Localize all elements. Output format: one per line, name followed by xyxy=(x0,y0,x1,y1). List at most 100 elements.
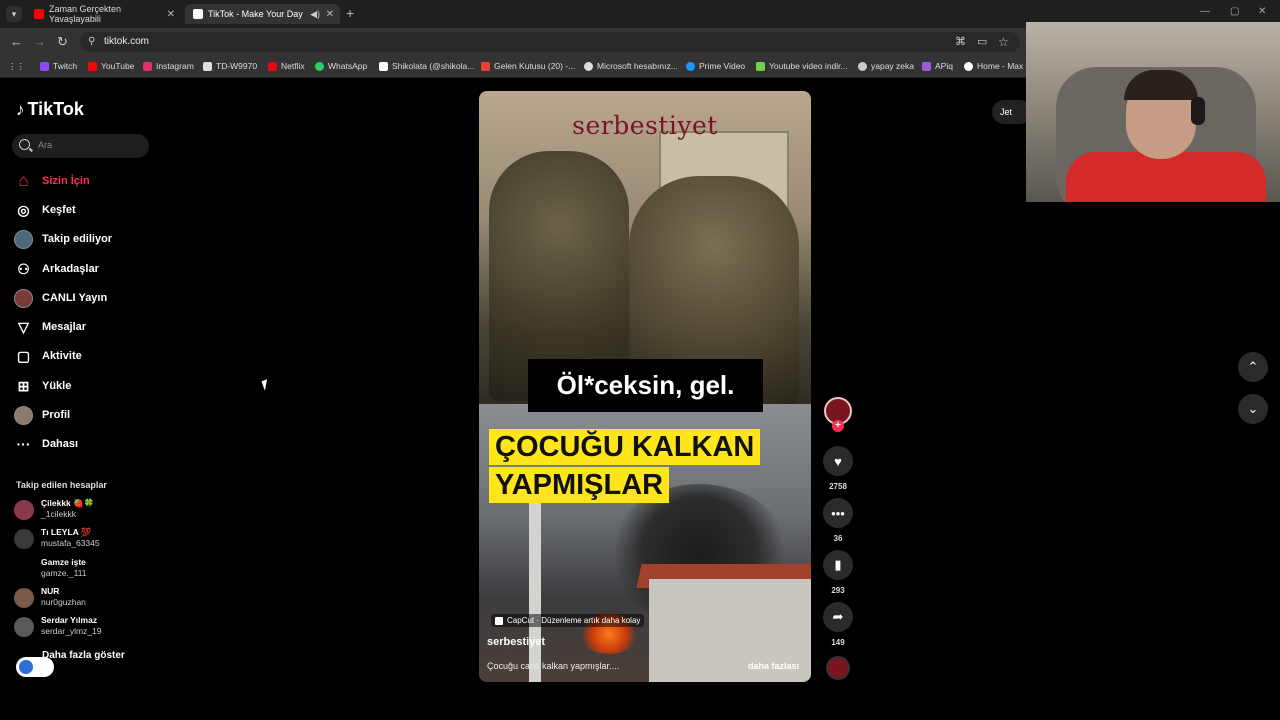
upload-icon: ⊞ xyxy=(17,377,30,394)
search-input[interactable]: Ara xyxy=(12,134,149,158)
nav-explore[interactable]: ◎ Keşfet xyxy=(14,199,75,221)
back-icon[interactable]: ← xyxy=(10,35,23,49)
video-caption-line2: YAPMIŞLAR xyxy=(489,467,670,503)
follow-plus-icon[interactable]: + xyxy=(832,420,844,432)
gmail-icon xyxy=(481,61,490,71)
previous-video-button[interactable]: ⌃ xyxy=(1238,352,1268,382)
friends-icon: ⚇ xyxy=(17,260,30,277)
bookmark-apiq[interactable]: APiq xyxy=(922,61,953,71)
headset-shape xyxy=(1191,97,1205,125)
tab-youtube[interactable]: Zaman Gerçekten Yavaşlayabili ✕ xyxy=(26,4,181,24)
nav-more[interactable]: ··· Dahası xyxy=(14,433,79,455)
avatar xyxy=(14,559,34,579)
extension-toggle[interactable] xyxy=(16,657,54,677)
instagram-icon xyxy=(143,61,152,71)
account-name: Gamze işte xyxy=(41,557,86,567)
comment-action[interactable]: ••• 36 xyxy=(822,498,854,543)
translate-icon[interactable]: ⌘ xyxy=(955,35,966,49)
video-author[interactable]: serbestiyet xyxy=(487,636,545,648)
account-name: Tı LEYLA 💯 xyxy=(41,527,92,537)
nav-live[interactable]: CANLI Yayın xyxy=(14,287,107,309)
chevron-down-icon: ⌄ xyxy=(1247,401,1259,416)
avatar xyxy=(14,588,34,608)
bookmark-router[interactable]: TD-W9970 xyxy=(203,61,257,71)
video-caption-top: Öl*ceksin, gel. xyxy=(528,359,763,412)
show-more-button[interactable]: Daha fazla göster xyxy=(42,650,125,661)
forward-icon[interactable]: → xyxy=(33,35,46,49)
nav-for-you[interactable]: ⌂ Sizin İçin xyxy=(14,170,89,192)
next-video-button[interactable]: ⌄ xyxy=(1238,394,1268,424)
comment-icon[interactable]: ••• xyxy=(823,498,853,528)
capcut-icon xyxy=(495,616,503,625)
close-tab-icon[interactable]: ✕ xyxy=(167,9,175,20)
max-icon xyxy=(964,61,973,71)
bookmark-ai[interactable]: yapay zeka xyxy=(858,61,914,71)
see-more-button[interactable]: daha fazlası xyxy=(748,661,799,671)
video-description: Çocuğu canlı kalkan yapmışlar.... xyxy=(487,661,620,671)
account-name: Çilekkk 🍓🍀 xyxy=(41,498,95,508)
address-bar[interactable]: ⚲ tiktok.com xyxy=(80,32,1020,52)
person-body-shape xyxy=(1066,152,1266,202)
install-app-icon[interactable]: ▭ xyxy=(977,35,987,49)
nav-messages[interactable]: ▽ Mesajlar xyxy=(14,316,86,338)
bookmark-shikolata[interactable]: Shikolata (@shikola... xyxy=(379,61,474,71)
bookmark-icon[interactable]: ▮ xyxy=(823,550,853,580)
video-caption-line1: ÇOCUĞU KALKAN xyxy=(489,429,761,465)
share-action[interactable]: ➦ 149 xyxy=(822,602,854,647)
like-action[interactable]: ♥ 2758 xyxy=(822,446,854,491)
bookmark-star-icon[interactable]: ☆ xyxy=(998,35,1009,49)
bookmark-youtube[interactable]: YouTube xyxy=(88,61,134,71)
maximize-icon[interactable]: ▢ xyxy=(1230,6,1239,17)
openai-icon xyxy=(858,61,867,71)
speaker-icon[interactable]: ◀) xyxy=(310,9,320,20)
bookmark-max[interactable]: Home - Max xyxy=(964,61,1023,71)
bookmark-yt-downloader[interactable]: Youtube video indir... xyxy=(756,61,848,71)
bookmark-whatsapp[interactable]: WhatsApp xyxy=(315,61,367,71)
following-accounts-title: Takip edilen hesaplar xyxy=(16,480,107,490)
nav-label: Profil xyxy=(42,409,71,421)
tiktok-logo[interactable]: ♪ TikTok xyxy=(16,99,84,120)
nav-upload[interactable]: ⊞ Yükle xyxy=(14,375,72,397)
save-action[interactable]: ▮ 293 xyxy=(822,550,854,595)
heart-icon[interactable]: ♥ xyxy=(823,446,853,476)
like-count: 2758 xyxy=(829,482,847,491)
bookmark-instagram[interactable]: Instagram xyxy=(143,61,194,71)
share-icon[interactable]: ➦ xyxy=(823,602,853,632)
nav-following[interactable]: Takip ediliyor xyxy=(14,228,112,250)
profile-icon xyxy=(14,405,33,425)
following-icon xyxy=(14,229,33,249)
more-icon: ··· xyxy=(16,436,31,452)
close-window-icon[interactable]: ✕ xyxy=(1258,6,1266,17)
download-icon xyxy=(756,61,765,71)
nav-profile[interactable]: Profil xyxy=(14,404,70,426)
router-icon xyxy=(203,61,212,71)
logo-text: TikTok xyxy=(27,99,84,119)
apps-grid-icon[interactable]: ⋮⋮ xyxy=(8,61,25,72)
bookmark-gmail[interactable]: Gelen Kutusu (20) -... xyxy=(481,61,575,71)
nav-label: CANLI Yayın xyxy=(42,292,108,304)
whatsapp-icon xyxy=(315,61,324,71)
pole-shape xyxy=(529,494,541,682)
close-tab-icon[interactable]: ✕ xyxy=(326,9,334,20)
video-player[interactable]: serbestiyet ÇOCUĞU KALKAN YAPMIŞLAR Öl*c… xyxy=(479,91,811,682)
reload-icon[interactable]: ↻ xyxy=(57,35,68,49)
bookmark-netflix[interactable]: Netflix xyxy=(268,61,305,71)
compass-icon: ◎ xyxy=(17,201,30,218)
account-username: _1cilekkk xyxy=(41,509,76,519)
nav-friends[interactable]: ⚇ Arkadaşlar xyxy=(14,258,99,280)
new-tab-button[interactable]: + xyxy=(346,5,354,21)
nav-label: Mesajlar xyxy=(42,321,87,333)
bookmark-twitch[interactable]: Twitch xyxy=(40,61,77,71)
tab-tiktok[interactable]: TikTok - Make Your Day ◀) ✕ xyxy=(185,4,340,24)
tiktok-favicon-icon xyxy=(193,9,203,19)
nav-label: Dahası xyxy=(42,438,79,450)
bookmark-prime[interactable]: Prime Video xyxy=(686,61,745,71)
tab-search-button[interactable]: ▾ xyxy=(6,6,22,22)
minimize-icon[interactable]: — xyxy=(1200,6,1210,17)
capcut-badge[interactable]: CapCut · Düzenleme artık daha kolay xyxy=(491,614,645,627)
nav-activity[interactable]: ▢ Aktivite xyxy=(14,345,82,367)
bookmark-microsoft[interactable]: Microsoft hesabınız... xyxy=(584,61,678,71)
music-disc-icon[interactable] xyxy=(826,656,850,680)
nav-label: Takip ediliyor xyxy=(42,233,113,245)
site-info-icon[interactable]: ⚲ xyxy=(88,36,95,47)
